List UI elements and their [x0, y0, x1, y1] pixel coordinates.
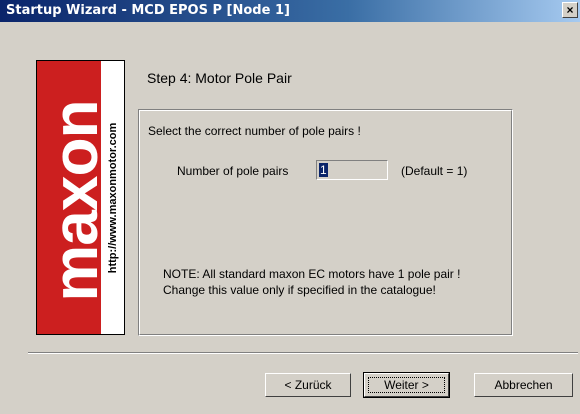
window-title: Startup Wizard - MCD EPOS P [Node 1] [6, 3, 290, 18]
logo-brand-text: maxon [39, 100, 111, 302]
startup-wizard-window: Startup Wizard - MCD EPOS P [Node 1] × m… [0, 0, 580, 414]
close-icon: × [566, 3, 574, 17]
pole-pair-group [138, 109, 513, 336]
cancel-button[interactable]: Abbrechen [474, 373, 573, 397]
separator [28, 352, 578, 354]
pole-pairs-input[interactable]: 1 [316, 160, 388, 180]
instruction-text: Select the correct number of pole pairs … [148, 124, 361, 138]
title-bar[interactable]: Startup Wizard - MCD EPOS P [Node 1] × [0, 0, 580, 22]
focus-rect [368, 377, 445, 393]
close-button[interactable]: × [562, 2, 578, 18]
maxon-logo: maxon http://www.maxonmotor.com [36, 60, 125, 335]
note-line-1: NOTE: All standard maxon EC motors have … [163, 267, 461, 281]
default-hint: (Default = 1) [401, 164, 468, 178]
next-button[interactable]: Weiter > [363, 372, 450, 398]
back-button[interactable]: < Zurück [265, 373, 351, 397]
step-title: Step 4: Motor Pole Pair [147, 70, 292, 86]
logo-url-text: http://www.maxonmotor.com [107, 122, 119, 274]
pole-pairs-value: 1 [319, 163, 328, 177]
pole-pairs-label: Number of pole pairs [177, 164, 289, 178]
note-line-2: Change this value only if specified in t… [163, 283, 436, 297]
